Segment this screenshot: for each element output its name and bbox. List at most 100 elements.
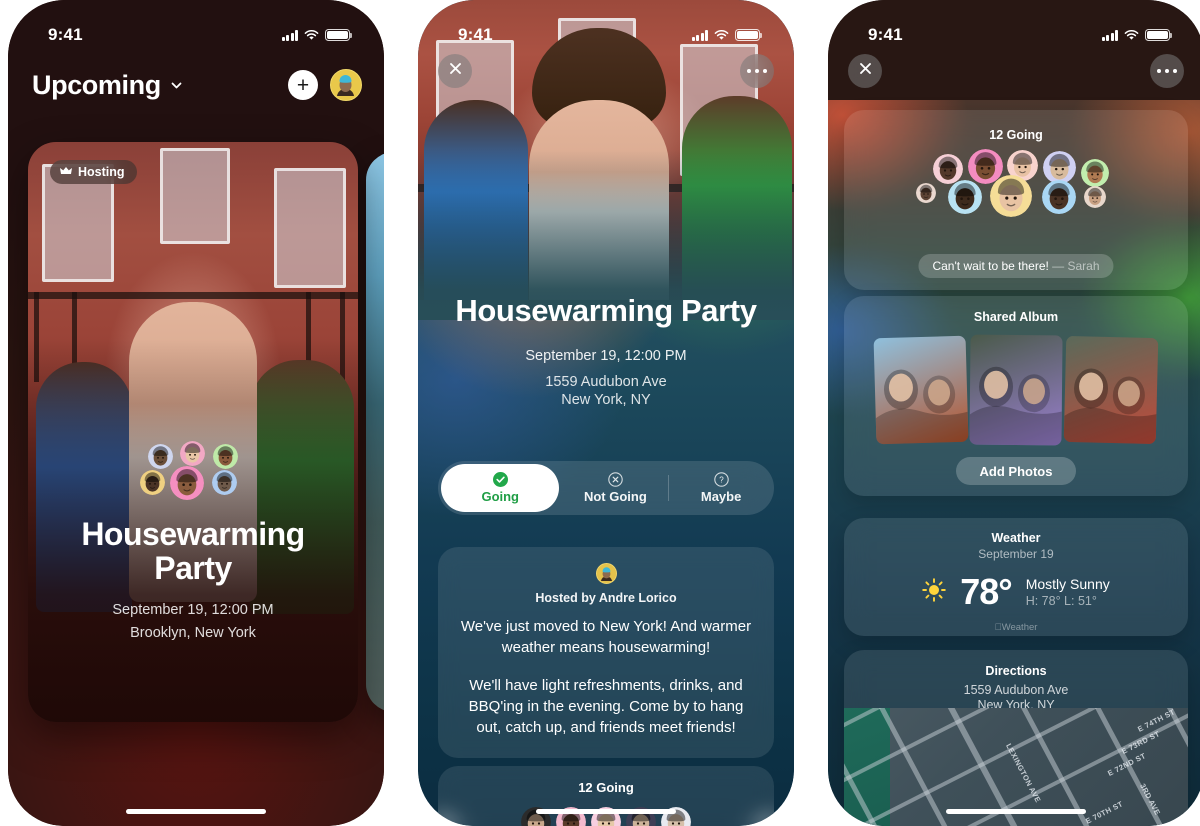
cellular-bars-icon <box>691 30 708 41</box>
avatar-1 <box>148 444 173 469</box>
status-icons <box>281 29 353 41</box>
screenshot-stage: 9:41 Upcoming + Hosting Housewarming Par… <box>0 0 1200 826</box>
album-photo-2[interactable] <box>969 334 1063 446</box>
home-indicator[interactable] <box>946 809 1086 814</box>
attendee-avatar-cluster[interactable] <box>140 441 246 504</box>
battery-icon <box>1145 29 1173 41</box>
going-card[interactable]: 12 Going Can't wait to be there! — Sarah <box>844 110 1188 290</box>
event-date: September 19, 12:00 PM <box>525 348 687 365</box>
profile-avatar[interactable] <box>330 69 362 101</box>
avatar-6 <box>916 183 936 203</box>
chevron-down-icon <box>170 79 183 92</box>
more-options-button[interactable] <box>740 54 774 88</box>
next-event-card-peek[interactable] <box>366 152 384 712</box>
battery-icon <box>325 29 353 41</box>
avatar-8 <box>990 175 1032 217</box>
event-location: Brooklyn, New York <box>130 624 256 641</box>
avatar-7 <box>948 180 982 214</box>
weather-high-low: H: 78° L: 51° <box>1025 594 1097 608</box>
add-photos-button[interactable]: Add Photos <box>956 457 1076 485</box>
weather-card[interactable]: Weather September 19 78° Mostly Sunny H:… <box>844 518 1188 636</box>
phone-1-screen: 9:41 Upcoming + Hosting Housewarming Par… <box>8 0 384 826</box>
weather-readout: 78° Mostly Sunny H: 78° L: 51° <box>844 571 1188 613</box>
album-photo-1[interactable] <box>873 335 969 445</box>
battery-icon <box>735 29 763 41</box>
map-label-3: E 70TH ST <box>1084 799 1125 826</box>
status-bar: 9:41 <box>828 0 1200 56</box>
plus-icon: + <box>296 73 310 97</box>
status-badge: Hosting <box>50 160 137 184</box>
rsvp-option-maybe[interactable]: ? Maybe <box>668 461 774 515</box>
wifi-icon <box>1124 30 1139 41</box>
rsvp-label-going: Going <box>481 489 519 504</box>
hosted-by-label: Hosted by Andre Lorico <box>535 591 677 605</box>
rsvp-segmented-control: Going Not Going ? Maybe <box>438 461 774 515</box>
shared-album-card[interactable]: Shared Album Add Photos <box>844 296 1188 496</box>
status-icons <box>1101 29 1173 41</box>
avatar-3 <box>213 444 238 469</box>
home-indicator[interactable] <box>126 809 266 814</box>
host-avatar[interactable] <box>595 563 617 584</box>
album-photo-3[interactable] <box>1063 335 1159 445</box>
more-options-button[interactable] <box>1150 54 1184 88</box>
comment-text: Can't wait to be there! <box>932 259 1049 273</box>
avatar-1 <box>933 154 963 184</box>
directions-card[interactable]: Directions 1559 Audubon Ave New York, NY… <box>844 650 1188 826</box>
status-time: 9:41 <box>868 25 903 44</box>
shared-album-title: Shared Album <box>973 310 1059 324</box>
description-paragraph-2: We'll have light refreshments, drinks, a… <box>468 677 744 736</box>
more-horizontal-icon <box>1156 68 1178 74</box>
directions-title: Directions <box>985 664 1047 678</box>
cellular-bars-icon <box>281 30 298 41</box>
phone-2-event-detail: 9:41 Housewarming Party September 19, 12… <box>418 0 794 826</box>
rsvp-option-going[interactable]: Going <box>441 464 560 512</box>
event-date: September 19, 12:00 PM <box>112 601 274 618</box>
status-time: 9:41 <box>458 25 493 44</box>
event-card[interactable]: Hosting Housewarming Party September 19,… <box>28 142 358 722</box>
rsvp-label-not-going: Not Going <box>583 489 647 504</box>
avatar-5 <box>170 466 204 500</box>
event-card-meta: Housewarming Party September 19, 12:00 P… <box>28 517 358 644</box>
rsvp-label-maybe: Maybe <box>700 489 742 504</box>
avatar-4 <box>140 470 165 495</box>
crown-icon <box>60 165 72 179</box>
rsvp-option-not-going[interactable]: Not Going <box>562 461 668 515</box>
page-title: Upcoming <box>32 69 161 100</box>
attendee-comment: Can't wait to be there! — Sarah <box>918 254 1114 278</box>
directions-address-line1: 1559 Audubon Ave <box>963 683 1069 697</box>
avatar-6 <box>212 470 237 495</box>
map-label-4: LEXINGTON AVE <box>1004 742 1043 805</box>
event-title: Housewarming Party <box>81 515 305 587</box>
add-event-button[interactable]: + <box>288 70 318 100</box>
event-header: Housewarming Party September 19, 12:00 P… <box>418 293 794 409</box>
wifi-icon <box>304 30 319 41</box>
check-circle-icon <box>492 472 508 487</box>
comment-author: — Sarah <box>1052 259 1100 273</box>
hosting-label: Hosting <box>78 165 125 179</box>
close-button[interactable] <box>848 54 882 88</box>
home-indicator[interactable] <box>536 809 676 814</box>
going-count-label: 12 Going <box>989 128 1043 142</box>
phone-3-event-extras: 9:41 12 Going Can't wait to be there! — … <box>828 0 1200 826</box>
phone-1-header: Upcoming + <box>8 56 384 114</box>
album-photo-strip[interactable] <box>844 334 1188 446</box>
going-card[interactable]: 12 Going <box>438 766 774 826</box>
upcoming-dropdown[interactable]: Upcoming <box>32 70 183 101</box>
avatar-9 <box>1042 180 1076 214</box>
question-circle-icon: ? <box>713 472 729 487</box>
weather-condition-block: Mostly Sunny H: 78° L: 51° <box>1026 576 1110 608</box>
phone-1-header-actions: + <box>288 69 362 101</box>
status-icons <box>691 29 763 41</box>
weather-attribution: Weather <box>844 622 1188 633</box>
going-count-label: 12 Going <box>578 780 634 795</box>
wifi-icon <box>714 30 729 41</box>
x-circle-icon <box>608 472 623 487</box>
close-icon <box>859 62 872 80</box>
weather-title: Weather <box>991 531 1041 545</box>
event-address-line1: 1559 Audubon Ave <box>545 374 667 391</box>
event-address-line2: New York, NY <box>561 392 651 409</box>
close-button[interactable] <box>438 54 472 88</box>
weather-date: September 19 <box>978 547 1054 561</box>
avatar-10 <box>1084 186 1106 208</box>
avatar-5 <box>1081 159 1109 187</box>
